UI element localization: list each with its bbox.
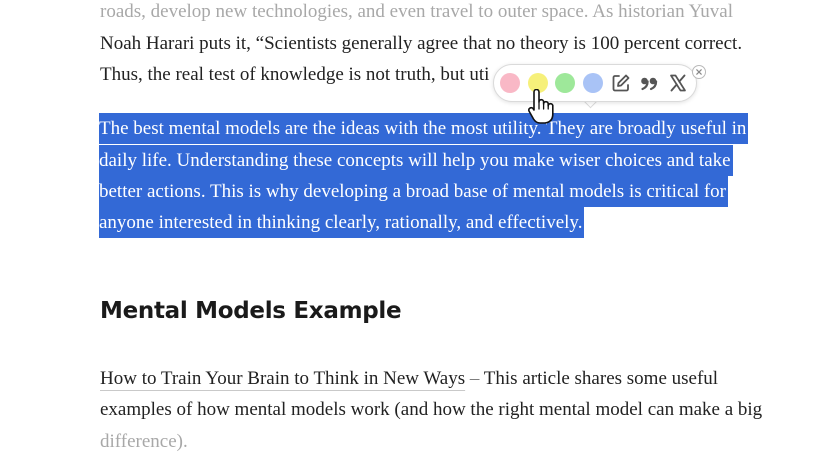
- selected-text-line[interactable]: daily life. Understanding these concepts…: [99, 145, 733, 176]
- highlight-green-icon[interactable]: [555, 73, 575, 93]
- section-heading: Mental Models Example: [100, 298, 402, 324]
- close-icon[interactable]: [692, 65, 706, 79]
- article-line: examples of how mental models work (and …: [100, 399, 763, 420]
- selected-text-line[interactable]: The best mental models are the ideas wit…: [99, 113, 749, 144]
- highlight-toolbar: [493, 64, 697, 102]
- article-line: Thus, the real test of knowledge is not …: [100, 64, 490, 85]
- selected-text-line[interactable]: better actions. This is why developing a…: [99, 176, 729, 207]
- highlight-blue-icon[interactable]: [583, 73, 603, 93]
- article-link[interactable]: How to Train Your Brain to Think in New …: [100, 368, 465, 389]
- highlight-pink-icon[interactable]: [500, 73, 520, 93]
- hand-pointer-cursor-icon: [528, 89, 554, 124]
- article-line-faded-bottom: difference).: [100, 431, 188, 452]
- dash: –: [469, 368, 480, 389]
- article-text: This article shares some useful: [479, 368, 719, 389]
- selected-text-line[interactable]: anyone interested in thinking clearly, r…: [99, 207, 585, 238]
- article-line: How to Train Your Brain to Think in New …: [100, 363, 718, 394]
- article-line: Noah Harari puts it, “Scientists general…: [100, 33, 743, 54]
- quote-icon[interactable]: [638, 72, 660, 94]
- note-edit-icon[interactable]: [610, 72, 632, 94]
- article-line-faded-top: roads, develop new technologies, and eve…: [100, 1, 733, 22]
- x-share-icon[interactable]: [667, 72, 689, 94]
